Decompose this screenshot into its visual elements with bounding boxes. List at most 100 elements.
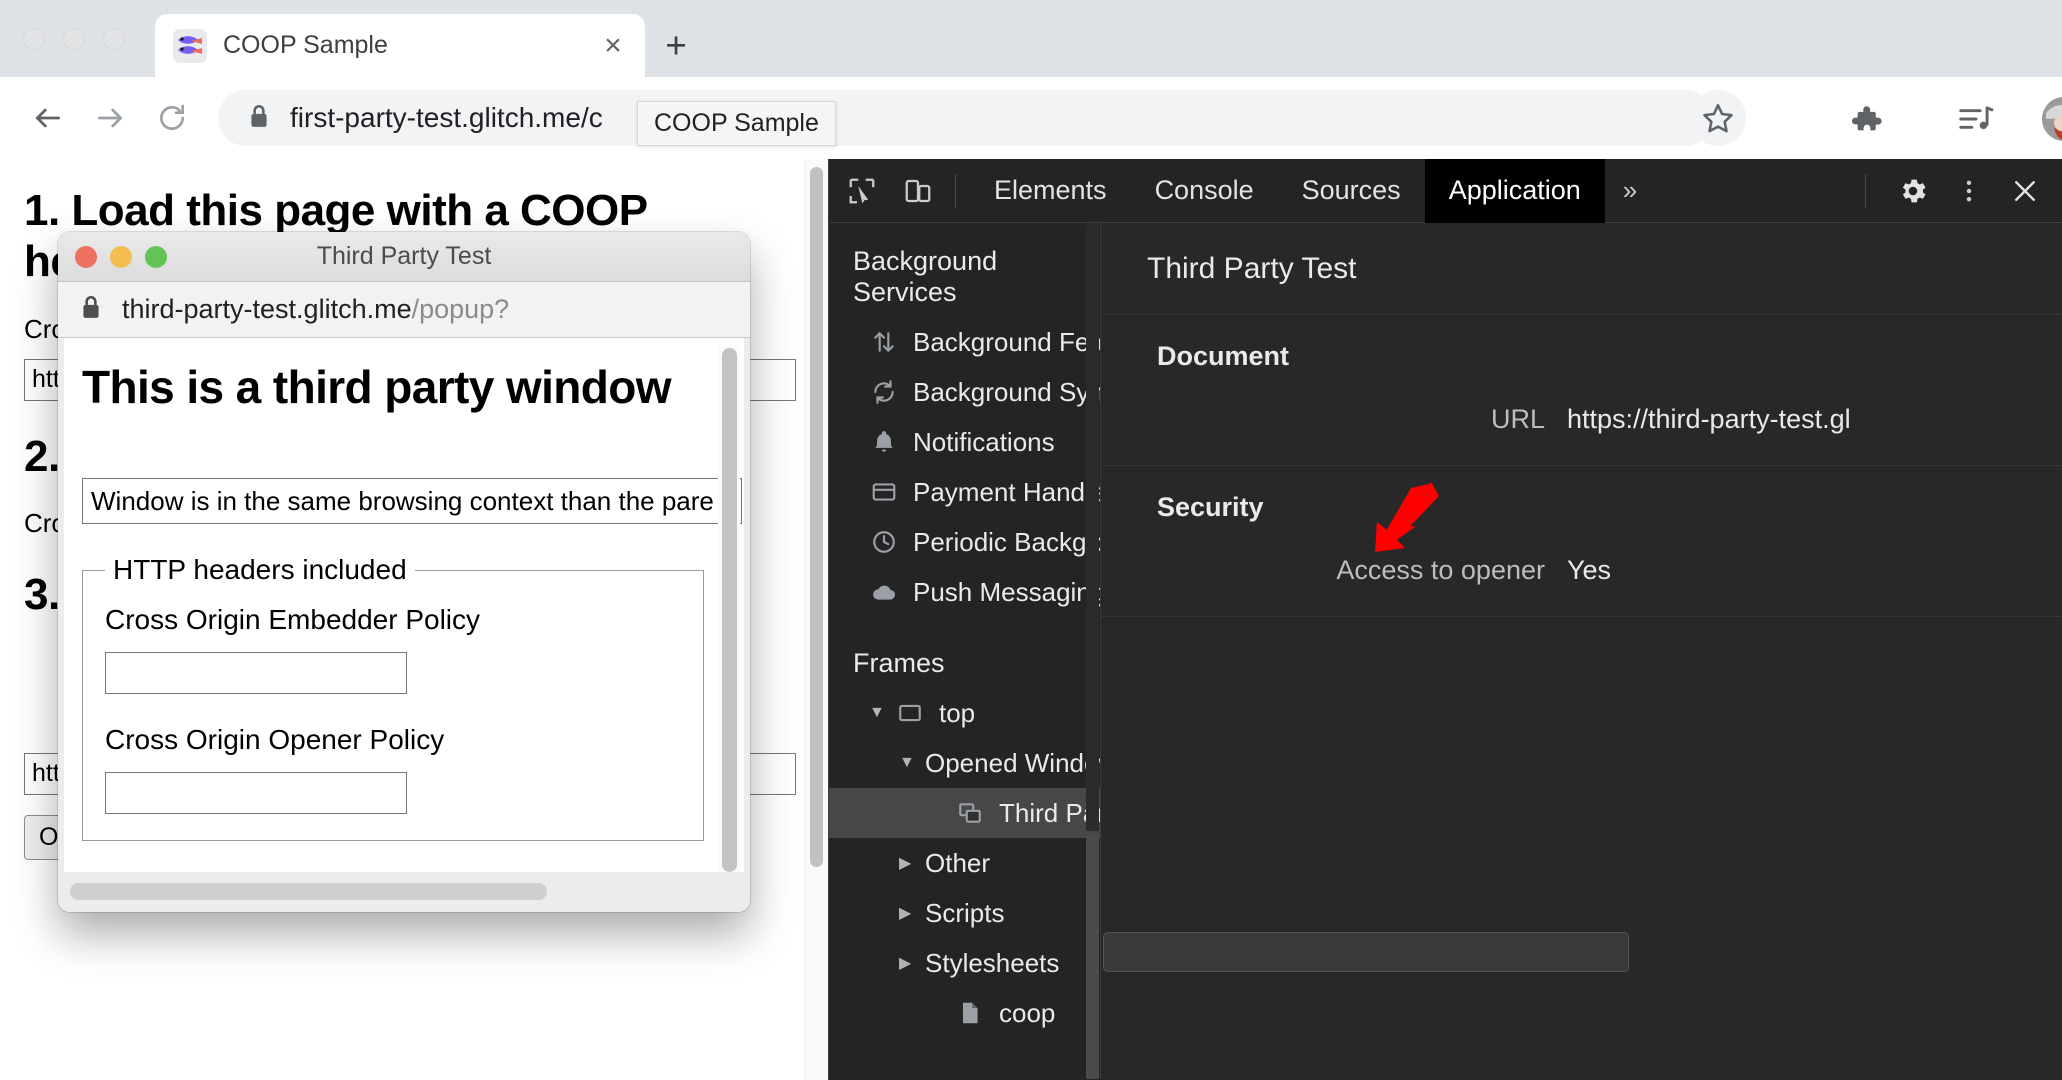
popup-close-icon[interactable] [75, 246, 97, 268]
chevron-right-icon[interactable]: ▶ [899, 853, 921, 873]
chevron-right-icon[interactable]: ▶ [899, 953, 921, 973]
new-tab-button[interactable]: + [655, 25, 697, 67]
glitch-fish-icon [173, 28, 207, 63]
cloud-icon [869, 577, 899, 607]
close-icon[interactable]: × [595, 28, 631, 64]
tab-sources[interactable]: Sources [1278, 159, 1425, 223]
kebab-menu-icon[interactable] [1946, 168, 1992, 214]
media-control-icon[interactable] [1955, 98, 1997, 140]
sidebar-item-label: Other [925, 847, 991, 878]
forward-arrow-icon[interactable] [90, 98, 130, 138]
star-icon[interactable] [1690, 90, 1746, 146]
sidebar-item-background-fetch[interactable]: Background Fetch [829, 317, 1100, 367]
divider [1865, 173, 1866, 208]
frame-details-title: Third Party Test [1101, 223, 2062, 315]
chevron-down-icon[interactable]: ▼ [899, 754, 921, 772]
sidebar-item-label: Periodic Background Sync [913, 526, 1100, 557]
more-tabs-icon[interactable]: » [1605, 175, 1655, 206]
gear-icon[interactable] [1890, 168, 1936, 214]
sidebar-item-background-sync[interactable]: Background Sync [829, 367, 1100, 417]
http-headers-fieldset: HTTP headers included Cross Origin Embed… [82, 554, 704, 841]
sidebar-item-stylesheets[interactable]: ▶ Stylesheets [829, 938, 1100, 988]
frame-details-horizontal-scrollbar[interactable] [1103, 932, 1629, 972]
popup-titlebar[interactable]: Third Party Test [58, 232, 750, 282]
devtools-toolbar: Elements Console Sources Application » [829, 158, 2062, 223]
arrows-up-down-icon [869, 327, 899, 357]
window-traffic-lights[interactable] [23, 28, 125, 50]
popup-zoom-icon[interactable] [145, 246, 167, 268]
close-icon[interactable] [2002, 168, 2048, 214]
window-zoom-icon[interactable] [103, 28, 125, 50]
sidebar-item-payment-handler[interactable]: Payment Handler [829, 467, 1100, 517]
scrollbar-track [1086, 223, 1099, 831]
popup-url-path: /popup? [411, 294, 510, 324]
popup-window[interactable]: Third Party Test third-party-test.glitch… [58, 232, 750, 912]
scrollbar-thumb[interactable] [1086, 835, 1099, 1079]
popup-minimize-icon[interactable] [110, 246, 132, 268]
detail-row: Access to opener Yes [1101, 555, 2062, 586]
popup-vertical-scrollbar[interactable] [718, 346, 740, 880]
device-toolbar-icon[interactable] [895, 168, 941, 214]
sidebar-item-push-messaging[interactable]: Push Messaging [829, 567, 1100, 617]
detail-value[interactable]: https://third-party-test.gl [1567, 404, 1851, 435]
devtools-main: Background Services Background Fetch Bac… [829, 223, 2062, 1079]
address-bar[interactable]: first-party-test.glitch.me/c [218, 90, 1713, 146]
sidebar-group-background-services: Background Services [853, 246, 998, 307]
coep-label: Cross Origin Embedder Policy [105, 604, 481, 635]
clock-icon [869, 527, 899, 557]
browser-toolbar: first-party-test.glitch.me/c [0, 77, 2062, 159]
sidebar-item-label: Background Fetch [913, 326, 1100, 357]
scrollbar-thumb[interactable] [810, 167, 823, 867]
sidebar-item-scripts[interactable]: ▶ Scripts [829, 888, 1100, 938]
scrollbar-thumb[interactable] [722, 348, 737, 872]
browser-window: COOP Sample × + first-party-test.glitch.… [0, 0, 2062, 1080]
sidebar-item-label: Payment Handler [913, 476, 1101, 507]
sidebar-item-label: Background Sync [913, 376, 1101, 407]
chevron-right-icon[interactable]: ▶ [899, 903, 921, 923]
window-minimize-icon[interactable] [63, 28, 85, 50]
sidebar-item-label: Notifications [913, 426, 1055, 457]
scrollbar-thumb[interactable] [70, 883, 547, 900]
window-close-icon[interactable] [23, 28, 45, 50]
popup-traffic-lights[interactable] [75, 246, 167, 268]
page-vertical-scrollbar[interactable] [804, 159, 828, 1080]
sidebar-item-opened-windows[interactable]: ▼ Opened Windows [829, 738, 1100, 788]
tab-title: COOP Sample [223, 31, 388, 59]
sidebar-item-third-party-test[interactable]: Third Party Test [829, 788, 1100, 838]
sidebar-item-notifications[interactable]: Notifications [829, 417, 1100, 467]
sidebar-item-other[interactable]: ▶ Other [829, 838, 1100, 888]
coep-input[interactable] [105, 652, 407, 694]
devtools-sidebar: Background Services Background Fetch Bac… [829, 223, 1101, 1079]
tab-application[interactable]: Application [1424, 158, 1605, 223]
popup-status-field[interactable]: Window is in the same browsing context t… [82, 478, 742, 524]
tab-console[interactable]: Console [1131, 159, 1278, 223]
devtools-sidebar-scrollbar[interactable] [1085, 223, 1100, 1079]
http-headers-legend: HTTP headers included [113, 554, 407, 585]
frame-icon [895, 698, 925, 728]
browser-tab[interactable]: COOP Sample × [155, 14, 645, 77]
avatar[interactable] [2042, 97, 2062, 141]
popup-body: This is a third party window Window is i… [64, 338, 744, 885]
bell-icon [869, 427, 899, 457]
back-arrow-icon[interactable] [28, 98, 68, 138]
inspect-element-icon[interactable] [839, 168, 885, 214]
chevron-down-icon[interactable]: ▼ [869, 704, 891, 722]
popup-address-bar[interactable]: third-party-test.glitch.me/popup? [58, 282, 750, 338]
sidebar-item-periodic-background-sync[interactable]: Periodic Background Sync [829, 517, 1100, 567]
devtools-frame-details: Third Party Test Document URL https://th… [1101, 223, 2062, 1079]
credit-card-icon [869, 477, 899, 507]
sidebar-item-coop[interactable]: coop [829, 988, 1100, 1038]
window-icon [955, 798, 985, 828]
url-tooltip: COOP Sample [637, 101, 836, 146]
tab-elements[interactable]: Elements [970, 159, 1131, 223]
reload-icon[interactable] [152, 98, 192, 138]
sidebar-item-top[interactable]: ▼ top [829, 688, 1100, 738]
sidebar-item-label: coop [999, 997, 1056, 1028]
coop-input[interactable] [105, 772, 407, 814]
sidebar-group-frames: Frames [853, 648, 945, 678]
sidebar-item-label: Push Messaging [913, 576, 1101, 607]
detail-key: URL [1490, 404, 1545, 434]
popup-document: This is a third party window Window is i… [64, 338, 742, 841]
popup-horizontal-scrollbar[interactable] [58, 872, 750, 912]
puzzle-piece-icon[interactable] [1845, 98, 1887, 140]
